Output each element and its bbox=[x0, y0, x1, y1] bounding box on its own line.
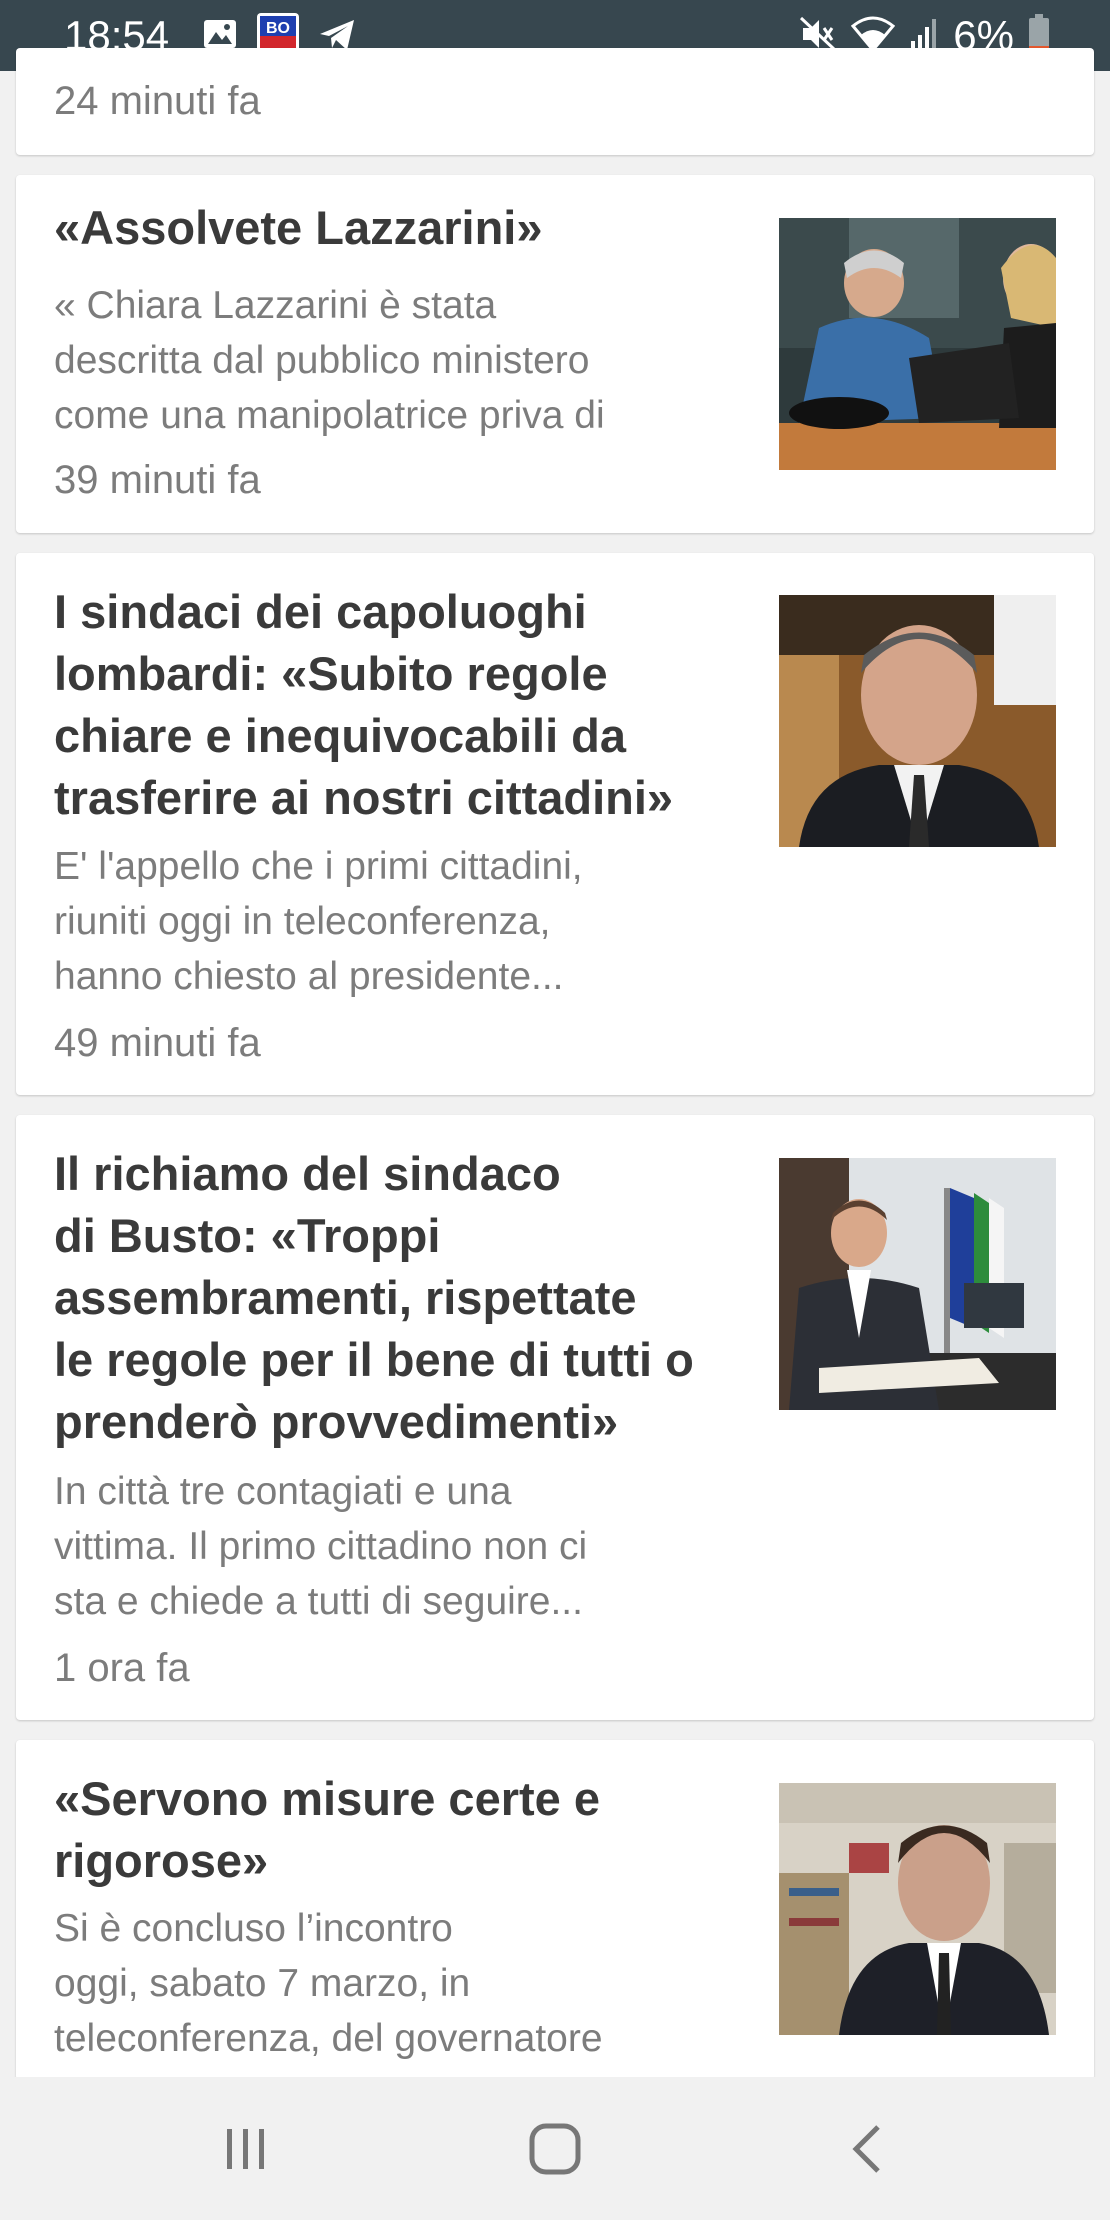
article-snippet: « Chiara Lazzarini è stata descritta dal… bbox=[54, 284, 605, 437]
svg-text:BO: BO bbox=[266, 20, 290, 37]
article-title[interactable]: Il richiamo del sindaco di Busto: «Tropp… bbox=[54, 1143, 754, 1453]
article-card[interactable]: Il richiamo del sindaco di Busto: «Tropp… bbox=[16, 1115, 1094, 1720]
article-thumbnail[interactable] bbox=[779, 595, 1056, 847]
article-title[interactable]: «Servono misure certe e rigorose» bbox=[54, 1768, 754, 1892]
navigation-bar bbox=[0, 2077, 1110, 2220]
article-thumbnail[interactable] bbox=[779, 1158, 1056, 1410]
article-thumbnail[interactable] bbox=[779, 1783, 1056, 2035]
article-time: 39 minuti fa bbox=[54, 458, 261, 502]
article-snippet: Si è concluso l’incontro oggi, sabato 7 … bbox=[54, 1907, 603, 2060]
article-card-partial[interactable]: 24 minuti fa bbox=[16, 48, 1094, 155]
article-card[interactable]: I sindaci dei capoluoghi lombardi: «Subi… bbox=[16, 553, 1094, 1095]
article-card[interactable]: «Assolvete Lazzarini» « Chiara Lazzarini… bbox=[16, 175, 1094, 533]
article-title[interactable]: «Assolvete Lazzarini» bbox=[54, 197, 754, 259]
article-snippet: E' l'appello che i primi cittadini, riun… bbox=[54, 845, 583, 998]
recent-apps-icon[interactable] bbox=[206, 2117, 286, 2181]
article-time: 49 minuti fa bbox=[54, 1021, 261, 1065]
article-time: 24 minuti fa bbox=[54, 79, 261, 123]
back-icon[interactable] bbox=[826, 2117, 906, 2181]
article-time: 1 ora fa bbox=[54, 1646, 190, 1690]
article-title[interactable]: I sindaci dei capoluoghi lombardi: «Subi… bbox=[54, 581, 754, 829]
home-icon[interactable] bbox=[515, 2117, 595, 2181]
article-thumbnail[interactable] bbox=[779, 218, 1056, 470]
article-card[interactable]: «Servono misure certe e rigorose» Si è c… bbox=[16, 1740, 1094, 2080]
article-snippet: In città tre contagiati e una vittima. I… bbox=[54, 1470, 588, 1623]
